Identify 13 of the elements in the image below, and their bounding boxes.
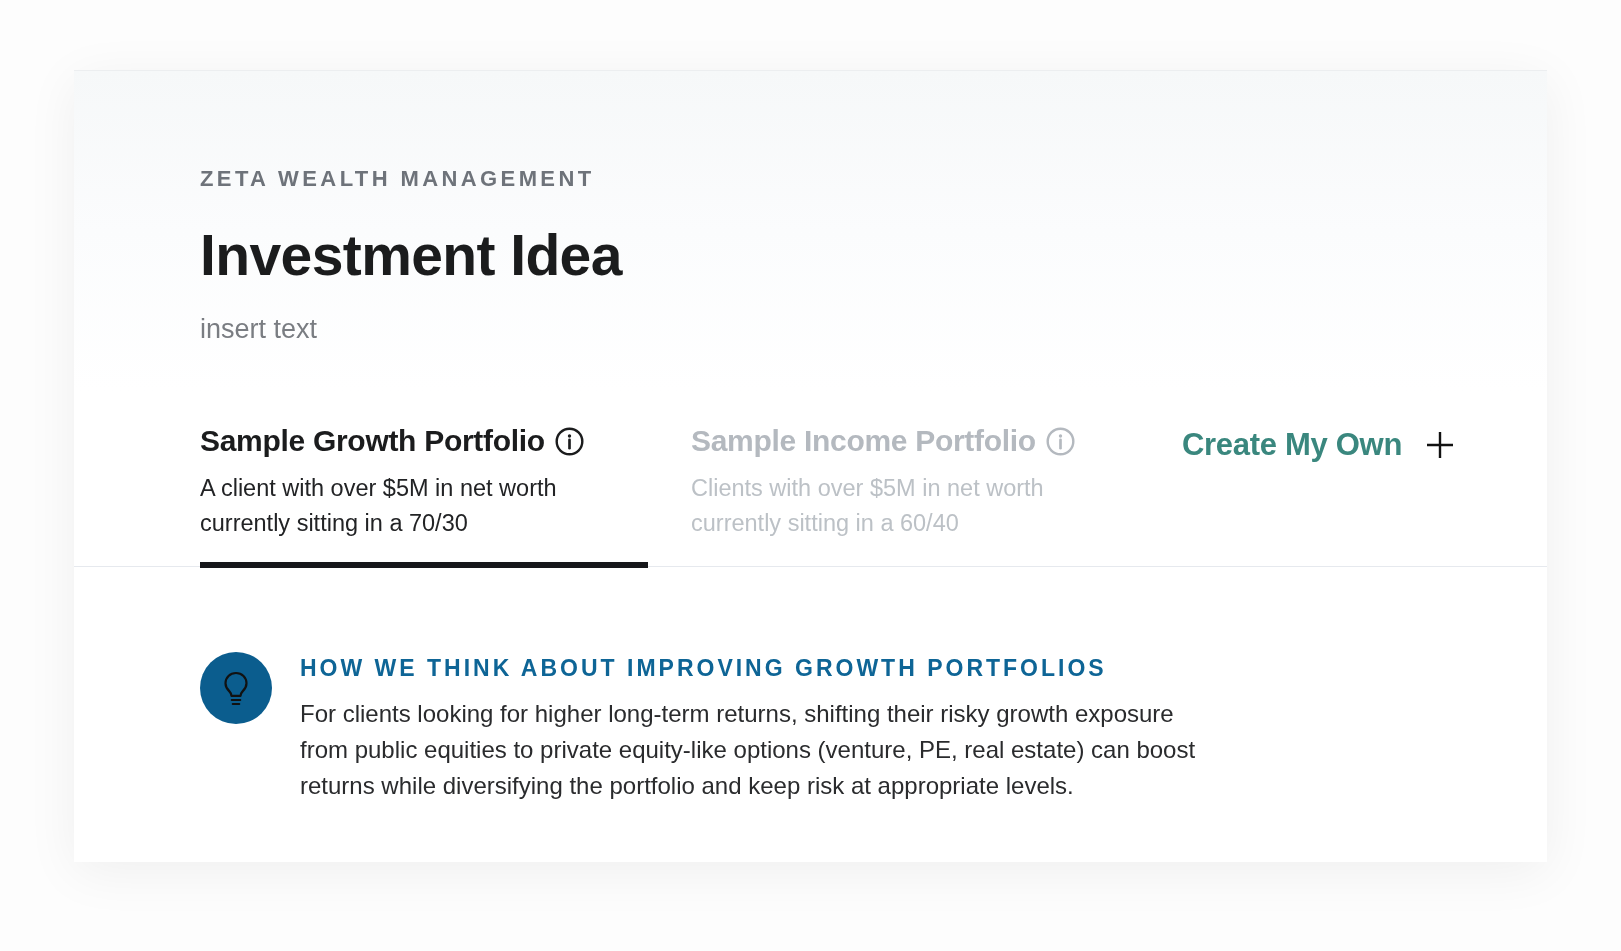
portfolio-tab[interactable]: Sample Growth Portfolio A client with over $5M in net worth currently sitting in a 70/30 — [200, 423, 648, 568]
tab-description: Clients with over $5M in net worth currently sitting in a 60/40 — [691, 474, 1045, 538]
tab-description: A client with over $5M in net worth currently sitting in a 70/30 — [200, 474, 558, 538]
lightbulb-icon — [200, 652, 272, 724]
insight-paragraph: For clients looking for higher long-term returns, shifting their risky growth exposure from public equities to private equity-like options (venture, PE, real estate) can boost returns while diversifying the portfolio and keep risk at appropriate levels. — [300, 699, 1197, 801]
company-name: ZETA WEALTH MANAGEMENT — [200, 165, 596, 193]
plus-icon — [1426, 431, 1455, 459]
info-icon — [554, 426, 584, 456]
insight-heading: HOW WE THINK ABOUT IMPROVING GROWTH PORTFOLIOS — [300, 654, 1108, 682]
info-icon — [1045, 426, 1075, 456]
create-button[interactable]: Create My Own — [1182, 427, 1455, 463]
subtitle-text: insert text — [200, 313, 319, 345]
page-title: Investment Idea — [200, 223, 624, 287]
